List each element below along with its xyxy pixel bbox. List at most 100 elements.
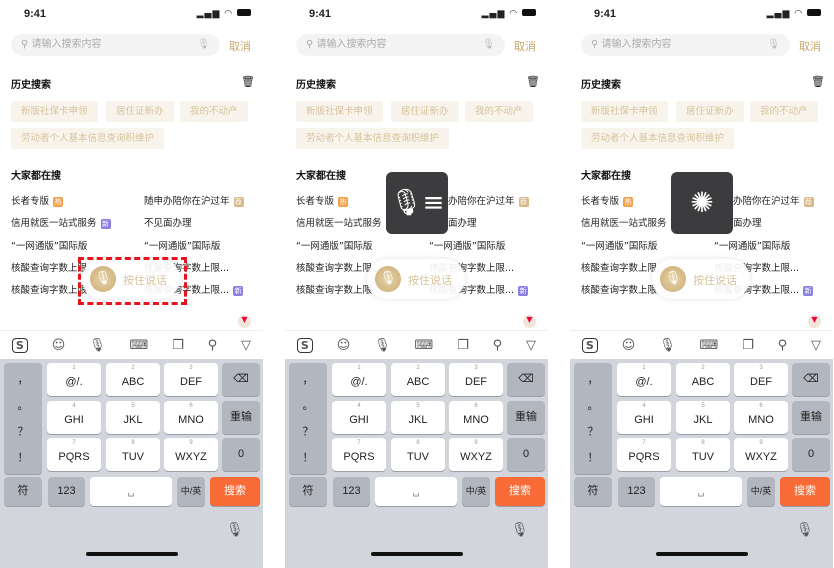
key-TUV[interactable]: 8 TUV bbox=[391, 438, 445, 471]
zero-key[interactable]: 0 bbox=[792, 438, 830, 471]
clipboard-icon[interactable]: ❐ bbox=[742, 338, 754, 353]
trash-icon[interactable]: 🗑︎ bbox=[526, 75, 540, 88]
key-PQRS[interactable]: 7 PQRS bbox=[332, 438, 386, 471]
dictation-microphone-icon[interactable]: 🎙︎ bbox=[226, 522, 244, 538]
mascot-icon[interactable]: ▼ bbox=[523, 315, 536, 328]
number-key[interactable]: 123 bbox=[48, 477, 85, 506]
key-@/.[interactable]: 1 @/. bbox=[47, 363, 101, 396]
microphone-icon[interactable]: 🎙︎ bbox=[482, 34, 495, 56]
language-switch-key[interactable]: 中/英 bbox=[462, 477, 490, 506]
hot-search-item[interactable]: 信用就医一站式服务新 bbox=[581, 215, 681, 229]
symbols-key[interactable]: 符 bbox=[574, 477, 612, 506]
key-TUV[interactable]: 8 TUV bbox=[106, 438, 160, 471]
hot-search-item[interactable]: 长者专版热 bbox=[11, 193, 64, 207]
key-GHI[interactable]: 4 GHI bbox=[617, 401, 671, 434]
key-ABC[interactable]: 2 ABC bbox=[391, 363, 445, 396]
reenter-key[interactable]: 重输 bbox=[792, 401, 830, 434]
history-chip[interactable]: 劳动者个人基本信息查询积维护 bbox=[11, 128, 165, 149]
punctuation-key[interactable]: ， bbox=[574, 371, 612, 387]
number-key[interactable]: 123 bbox=[618, 477, 655, 506]
emoji-icon[interactable]: ☺ bbox=[337, 338, 351, 353]
key-ABC[interactable]: 2 ABC bbox=[676, 363, 730, 396]
punctuation-key[interactable]: ！ bbox=[4, 449, 42, 465]
key-JKL[interactable]: 5 JKL bbox=[391, 401, 445, 434]
zero-key[interactable]: 0 bbox=[507, 438, 545, 471]
search-input[interactable]: ⚲ 请输入搜索内容 🎙︎ bbox=[296, 34, 505, 56]
key-JKL[interactable]: 5 JKL bbox=[106, 401, 160, 434]
zero-key[interactable]: 0 bbox=[222, 438, 260, 471]
symbols-key[interactable]: 符 bbox=[289, 477, 327, 506]
history-chip[interactable]: 居住证新办 bbox=[106, 101, 174, 122]
backspace-key[interactable]: ⌫ bbox=[222, 363, 260, 396]
sogou-logo-icon[interactable]: S bbox=[581, 337, 598, 353]
hot-search-item[interactable]: “一网通版”国际版 bbox=[714, 238, 790, 252]
sogou-logo-icon[interactable]: S bbox=[11, 337, 28, 353]
collapse-keyboard-icon[interactable]: ▽ bbox=[526, 338, 536, 353]
press-to-talk-button[interactable]: 🎙︎ 按住说话 bbox=[367, 259, 465, 299]
hot-search-item[interactable]: “一网通版”国际版 bbox=[11, 238, 87, 252]
clipboard-icon[interactable]: ❐ bbox=[172, 338, 184, 353]
backspace-key[interactable]: ⌫ bbox=[507, 363, 545, 396]
key-@/.[interactable]: 1 @/. bbox=[617, 363, 671, 396]
key-WXYZ[interactable]: 9 WXYZ bbox=[734, 438, 788, 471]
key-GHI[interactable]: 4 GHI bbox=[332, 401, 386, 434]
number-key[interactable]: 123 bbox=[333, 477, 370, 506]
search-input[interactable]: ⚲ 请输入搜索内容 🎙︎ bbox=[11, 34, 220, 56]
punctuation-column[interactable]: ， 。 ？ ！ bbox=[4, 363, 42, 474]
key-MNO[interactable]: 6 MNO bbox=[164, 401, 218, 434]
punctuation-key[interactable]: ？ bbox=[289, 423, 327, 439]
language-switch-key[interactable]: 中/英 bbox=[747, 477, 775, 506]
keyboard-icon[interactable]: ⌨ bbox=[415, 338, 434, 353]
search-icon[interactable]: ⚲ bbox=[208, 338, 218, 353]
punctuation-column[interactable]: ， 。 ？ ！ bbox=[574, 363, 612, 474]
key-GHI[interactable]: 4 GHI bbox=[47, 401, 101, 434]
hot-search-item[interactable]: 信用就医一站式服务新 bbox=[11, 215, 111, 229]
history-chip[interactable]: 我的不动产 bbox=[180, 101, 248, 122]
press-to-talk-button[interactable]: 🎙︎ 按住说话 bbox=[652, 259, 750, 299]
punctuation-key[interactable]: ！ bbox=[574, 449, 612, 465]
key-DEF[interactable]: 3 DEF bbox=[164, 363, 218, 396]
history-chip[interactable]: 劳动者个人基本信息查询积维护 bbox=[296, 128, 450, 149]
reenter-key[interactable]: 重输 bbox=[507, 401, 545, 434]
microphone-icon[interactable]: 🎙︎ bbox=[374, 338, 391, 353]
hot-search-item[interactable]: 不见面办理 bbox=[144, 215, 192, 229]
search-icon[interactable]: ⚲ bbox=[778, 338, 788, 353]
punctuation-key[interactable]: 。 bbox=[289, 397, 327, 413]
history-chip[interactable]: 劳动者个人基本信息查询积维护 bbox=[581, 128, 735, 149]
microphone-icon[interactable]: 🎙︎ bbox=[767, 34, 780, 56]
sogou-logo-icon[interactable]: S bbox=[296, 337, 313, 353]
key-PQRS[interactable]: 7 PQRS bbox=[47, 438, 101, 471]
key-DEF[interactable]: 3 DEF bbox=[449, 363, 503, 396]
history-chip[interactable]: 居住证新办 bbox=[391, 101, 459, 122]
history-chip[interactable]: 新版社保卡申领 bbox=[581, 101, 668, 122]
punctuation-key[interactable]: 。 bbox=[4, 397, 42, 413]
microphone-icon[interactable]: 🎙︎ bbox=[197, 34, 210, 56]
microphone-icon[interactable]: 🎙︎ bbox=[89, 338, 106, 353]
language-switch-key[interactable]: 中/英 bbox=[177, 477, 205, 506]
emoji-icon[interactable]: ☺ bbox=[52, 338, 66, 353]
punctuation-key[interactable]: ！ bbox=[289, 449, 327, 465]
symbols-key[interactable]: 符 bbox=[4, 477, 42, 506]
search-key[interactable]: 搜索 bbox=[210, 477, 260, 506]
key-JKL[interactable]: 5 JKL bbox=[676, 401, 730, 434]
search-key[interactable]: 搜索 bbox=[495, 477, 545, 506]
backspace-key[interactable]: ⌫ bbox=[792, 363, 830, 396]
punctuation-key[interactable]: ？ bbox=[574, 423, 612, 439]
hot-search-item[interactable]: 长者专版热 bbox=[296, 193, 349, 207]
history-chip[interactable]: 我的不动产 bbox=[465, 101, 533, 122]
history-chip[interactable]: 新版社保卡申领 bbox=[296, 101, 383, 122]
cancel-button[interactable]: 取消 bbox=[229, 38, 251, 54]
collapse-keyboard-icon[interactable]: ▽ bbox=[241, 338, 251, 353]
history-chip[interactable]: 我的不动产 bbox=[750, 101, 818, 122]
punctuation-column[interactable]: ， 。 ？ ！ bbox=[289, 363, 327, 474]
hot-search-item[interactable]: “一网通版”国际版 bbox=[581, 238, 657, 252]
punctuation-key[interactable]: 。 bbox=[574, 397, 612, 413]
hot-search-item[interactable]: 随申办陪你在沪过年荐 bbox=[144, 193, 244, 207]
dictation-microphone-icon[interactable]: 🎙︎ bbox=[511, 522, 529, 538]
key-WXYZ[interactable]: 9 WXYZ bbox=[164, 438, 218, 471]
trash-icon[interactable]: 🗑︎ bbox=[241, 75, 255, 88]
history-chip[interactable]: 居住证新办 bbox=[676, 101, 744, 122]
key-MNO[interactable]: 6 MNO bbox=[449, 401, 503, 434]
keyboard-icon[interactable]: ⌨ bbox=[130, 338, 149, 353]
collapse-keyboard-icon[interactable]: ▽ bbox=[811, 338, 821, 353]
